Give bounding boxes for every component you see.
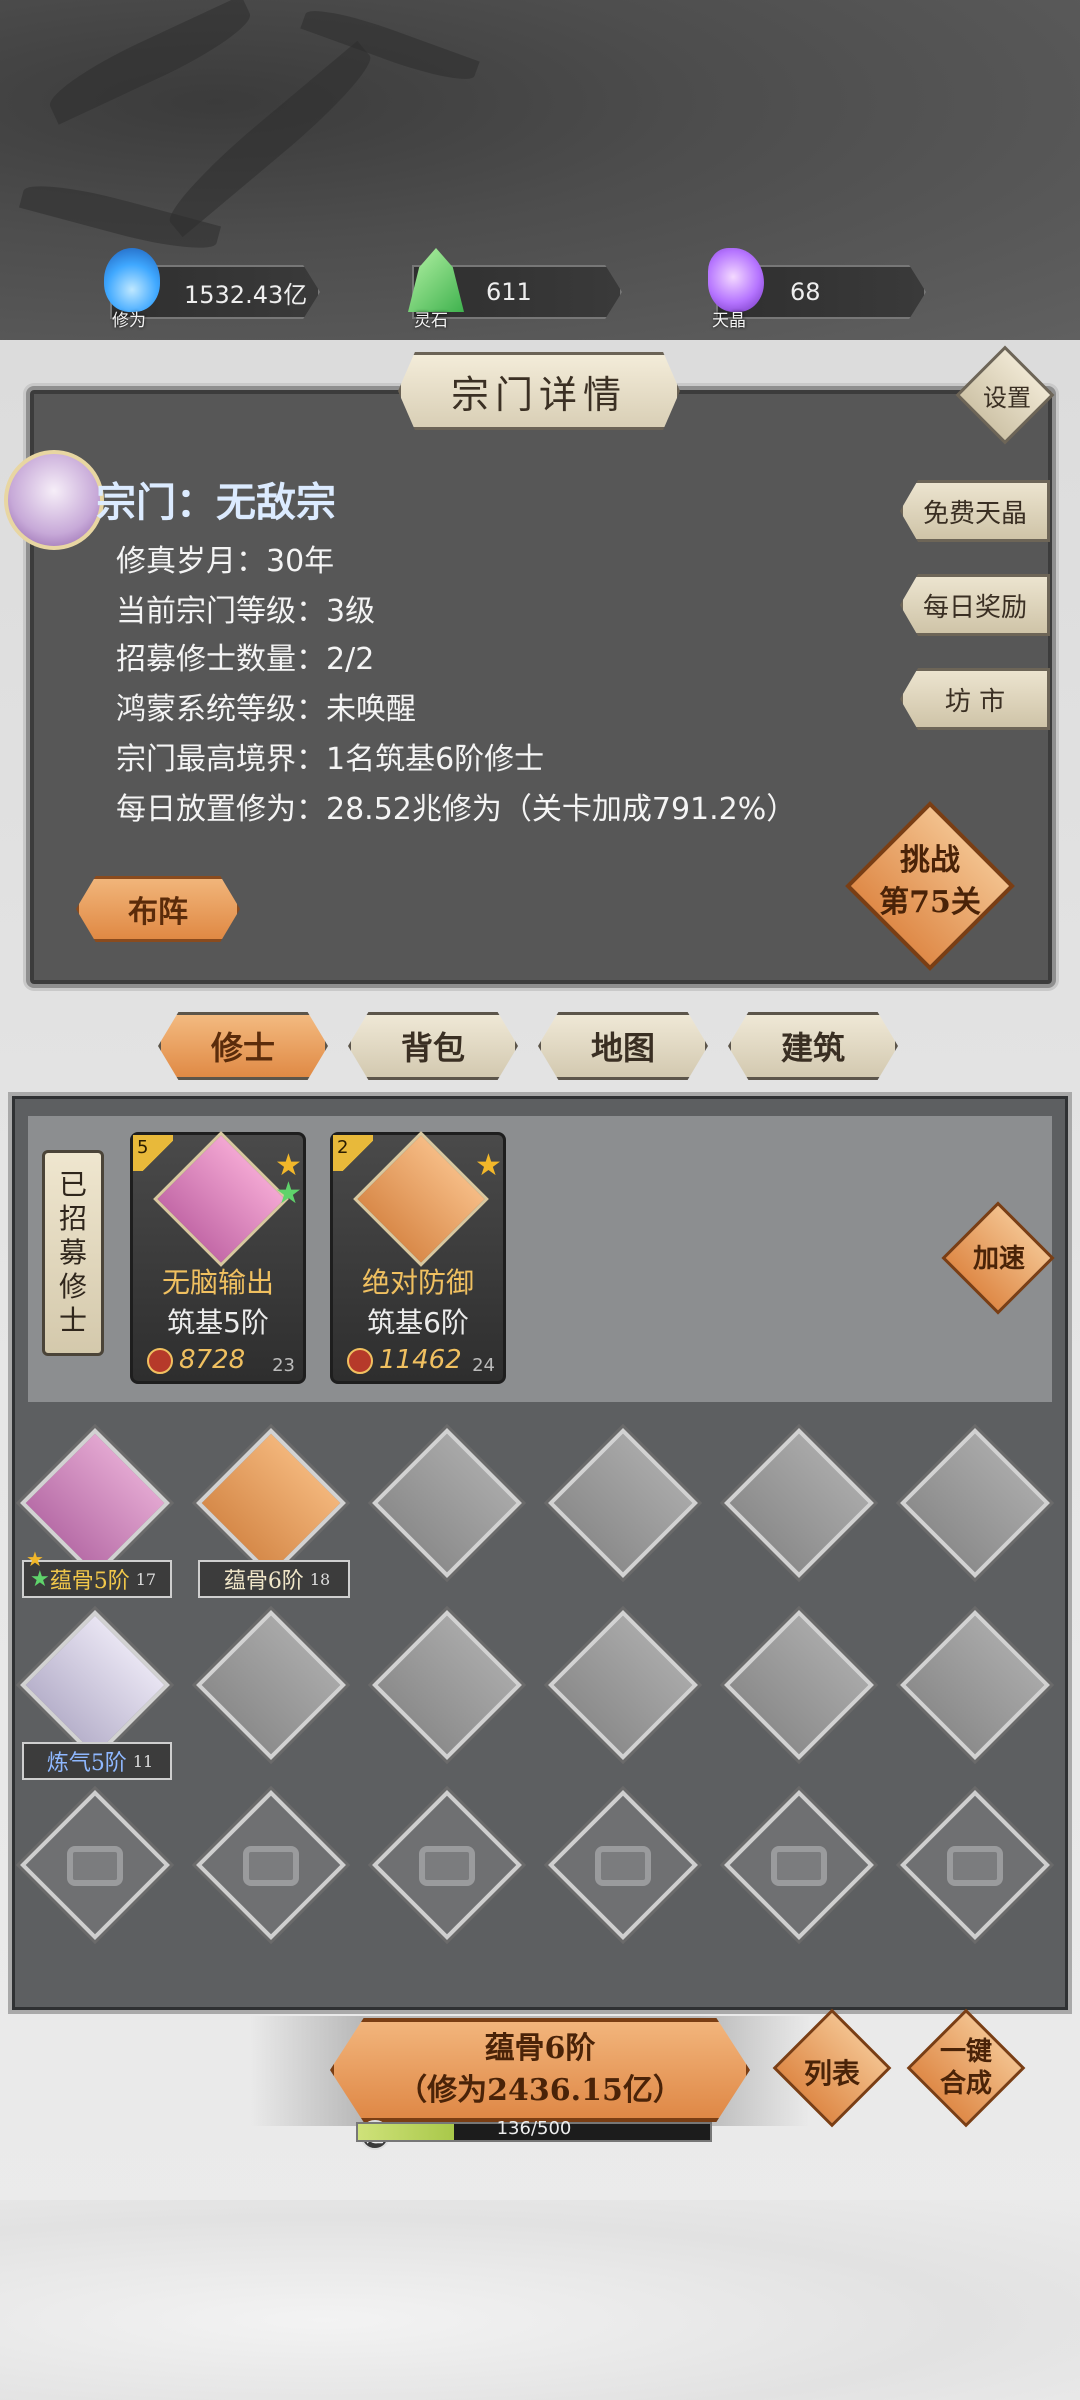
recruited-card[interactable]: 2 ★ 绝对防御 筑基6阶 11462 24: [330, 1131, 506, 1384]
lock-icon: [771, 1846, 827, 1886]
card-level: 2: [333, 1135, 373, 1171]
info-years: 修真岁月：30年: [116, 544, 335, 579]
info-daily-cultivation: 每日放置修为：28.52兆修为（关卡加成791.2%）: [116, 792, 797, 827]
power-icon: [347, 1347, 373, 1374]
speed-up-label[interactable]: 加速: [956, 1238, 1042, 1275]
tab-backpack[interactable]: 背包: [348, 1012, 518, 1080]
card-power: 8728: [147, 1345, 245, 1375]
recruited-card[interactable]: 5 ★ ★ 无脑输出 筑基5阶 8728 23: [130, 1131, 306, 1384]
settings-label[interactable]: 设置: [972, 378, 1042, 413]
slot-tag: 蕴骨6阶 18: [198, 1560, 350, 1598]
card-realm: 筑基6阶: [367, 1306, 469, 1339]
recruit-button[interactable]: 蕴骨6阶 （修为2436.15亿）: [330, 2018, 750, 2122]
card-realm: 筑基5阶: [167, 1306, 269, 1339]
gold-star-icon: ★: [26, 1547, 44, 1571]
challenge-label[interactable]: 挑战 第75关: [850, 840, 1010, 924]
card-count: 23: [272, 1355, 295, 1376]
list-label[interactable]: 列表: [786, 2052, 878, 2092]
blue-flame-icon: [104, 248, 160, 312]
currency-label: 天晶: [712, 311, 746, 331]
info-highest-realm: 宗门最高境界：1名筑基6阶修士: [116, 742, 545, 777]
card-level: 5: [133, 1135, 173, 1171]
card-count: 24: [472, 1355, 495, 1376]
sect-leader-avatar[interactable]: [4, 450, 104, 550]
formation-button[interactable]: 布阵: [76, 876, 240, 942]
auto-merge-label[interactable]: 一键合成: [920, 2036, 1012, 2100]
card-power: 11462: [347, 1345, 462, 1375]
lock-icon: [947, 1846, 1003, 1886]
power-icon: [147, 1347, 173, 1374]
slot-tag: 炼气5阶 11: [22, 1742, 172, 1780]
tab-buildings[interactable]: 建筑: [728, 1012, 898, 1080]
lock-icon: [595, 1846, 651, 1886]
card-name: 无脑输出: [161, 1266, 274, 1299]
recruited-label: 已招募修士: [42, 1150, 104, 1356]
info-system-level: 鸿蒙系统等级：未唤醒: [116, 692, 416, 727]
slot-tag: ★ 蕴骨5阶 17: [22, 1560, 172, 1598]
luck-text: 136/500: [496, 2118, 572, 2139]
gold-star-icon: ★: [475, 1148, 502, 1183]
cultivator-portrait: [153, 1131, 289, 1267]
lock-icon: [67, 1846, 123, 1886]
panel-title: 宗门详情: [398, 352, 680, 430]
cloud-decoration: [0, 2200, 1080, 2400]
tab-cultivators[interactable]: 修士: [158, 1012, 328, 1080]
lock-icon: [419, 1846, 475, 1886]
currency-label: 修为: [112, 311, 146, 331]
currency-label: 灵石: [414, 311, 448, 331]
green-star-icon: ★: [275, 1176, 302, 1211]
daily-reward-button[interactable]: 每日奖励: [900, 574, 1050, 636]
tab-map[interactable]: 地图: [538, 1012, 708, 1080]
sect-name: 宗门：无敌宗: [96, 479, 336, 526]
info-sect-level: 当前宗门等级：3级: [116, 594, 376, 629]
card-name: 绝对防御: [361, 1266, 474, 1299]
cultivator-portrait: [353, 1131, 489, 1267]
lock-icon: [243, 1846, 299, 1886]
free-crystal-button[interactable]: 免费天晶: [900, 480, 1050, 542]
info-recruit-count: 招募修士数量：2/2: [116, 642, 375, 677]
market-button[interactable]: 坊 市: [900, 668, 1050, 730]
